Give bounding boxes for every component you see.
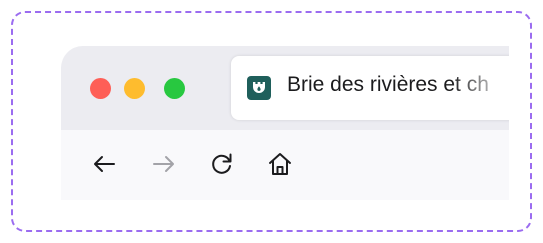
reload-icon (212, 153, 232, 174)
close-window-button[interactable] (90, 78, 111, 99)
minimize-window-button[interactable] (124, 78, 145, 99)
browser-window: Brie des rivières et ch (61, 46, 509, 200)
forward-button[interactable] (149, 149, 179, 179)
arrow-left-icon (94, 156, 115, 172)
castle-tower-icon (247, 76, 271, 100)
tab-bar: Brie des rivières et ch (61, 46, 509, 130)
home-icon (269, 153, 291, 175)
toolbar (61, 130, 509, 200)
arrow-right-icon (153, 156, 174, 172)
tab-title: Brie des rivières et ch (287, 73, 509, 97)
reload-button[interactable] (207, 149, 237, 179)
tab-active[interactable]: Brie des rivières et ch (231, 56, 509, 120)
maximize-window-button[interactable] (164, 78, 185, 99)
home-button[interactable] (265, 149, 295, 179)
back-button[interactable] (89, 149, 119, 179)
